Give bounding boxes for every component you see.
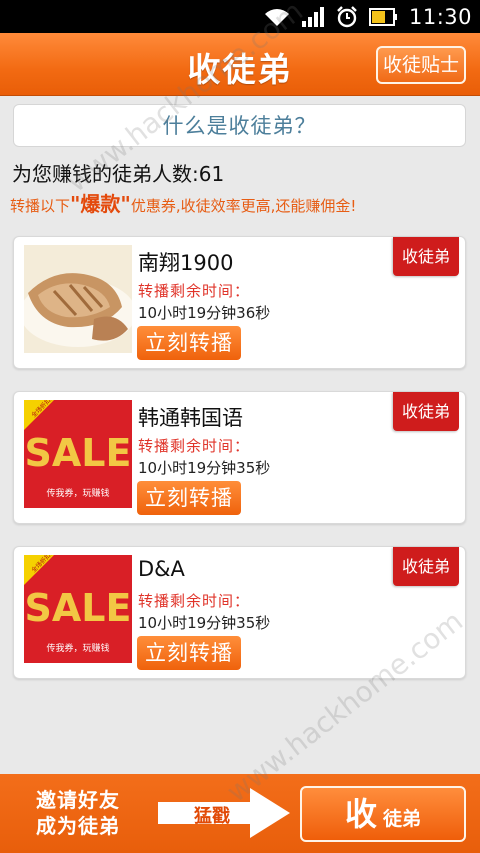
merchant-name: 韩通韩国语 [138, 406, 243, 430]
coupon-card: 南翔1900 转播剩余时间： 10小时19分钟36秒 立刻转播 收徒弟 [13, 236, 466, 369]
bottom-bar: 邀请好友 成为徒弟 猛戳 收徒弟 [0, 774, 480, 853]
coupon-card: 全场折扣券 SALE 传我券，玩赚钱 韩通韩国语 转播剩余时间： 10小时19分… [13, 391, 466, 524]
recruit-button-small-text: 徒弟 [383, 808, 422, 830]
remaining-time-label: 转播剩余时间： [138, 282, 251, 300]
promo-highlight: "爆款" [70, 192, 131, 216]
clock-time: 11:30 [408, 5, 472, 29]
poster-sale-text: SALE [25, 586, 132, 630]
apprentice-count: 为您赚钱的徒弟人数:61 [12, 162, 225, 186]
recruit-tag-button[interactable]: 收徒弟 [393, 237, 459, 276]
what-is-recruit-button[interactable]: 什么是收徒弟？ [13, 104, 466, 147]
remaining-time-label: 转播剩余时间： [138, 437, 251, 455]
coupon-card: 全场折扣券 SALE 传我券，玩赚钱 D&A 转播剩余时间： 10小时19分钟3… [13, 546, 466, 679]
signal-icon [301, 6, 325, 28]
remaining-time-label: 转播剩余时间： [138, 592, 251, 610]
alarm-icon [335, 5, 359, 29]
recruit-tag-button[interactable]: 收徒弟 [393, 547, 459, 586]
arrow-label: 猛戳 [194, 806, 230, 827]
promo-text: 转播以下"爆款"优惠券,收徒效率更高,还能赚佣金! [10, 188, 356, 217]
share-now-button[interactable]: 立刻转播 [137, 636, 241, 670]
promo-prefix: 转播以下 [10, 197, 71, 215]
app-header: 收徒弟 收徒贴士 [0, 33, 480, 96]
sale-poster: 全场折扣券 SALE 传我券，玩赚钱 [24, 400, 132, 508]
recruit-button-big-text: 收 [344, 795, 377, 833]
sale-poster: 全场折扣券 SALE 传我券，玩赚钱 [24, 555, 132, 663]
wifi-icon [263, 6, 291, 28]
recruit-tips-button[interactable]: 收徒贴士 [376, 46, 466, 84]
recruit-tag-button[interactable]: 收徒弟 [393, 392, 459, 431]
poster-sale-text: SALE [25, 431, 132, 475]
battery-icon [368, 7, 399, 27]
merchant-name: 南翔1900 [138, 251, 234, 275]
remaining-time-value: 10小时19分钟36秒 [138, 304, 271, 322]
status-bar: 11:30 [0, 0, 480, 33]
food-photo [24, 245, 132, 353]
remaining-time-value: 10小时19分钟35秒 [138, 459, 271, 477]
recruit-apprentice-button[interactable]: 收徒弟 [300, 786, 466, 842]
poster-subtitle: 传我券，玩赚钱 [46, 642, 109, 654]
invite-line-1: 邀请好友 [36, 788, 120, 812]
poster-subtitle: 传我券，玩赚钱 [46, 487, 109, 499]
merchant-name: D&A [138, 557, 185, 581]
promo-suffix: 优惠券,收徒效率更高,还能赚佣金! [130, 197, 357, 215]
invite-friends-text: 邀请好友 成为徒弟 [36, 787, 120, 839]
remaining-time-value: 10小时19分钟35秒 [138, 614, 271, 632]
invite-line-2: 成为徒弟 [36, 814, 120, 838]
share-now-button[interactable]: 立刻转播 [137, 481, 241, 515]
share-now-button[interactable]: 立刻转播 [137, 326, 241, 360]
